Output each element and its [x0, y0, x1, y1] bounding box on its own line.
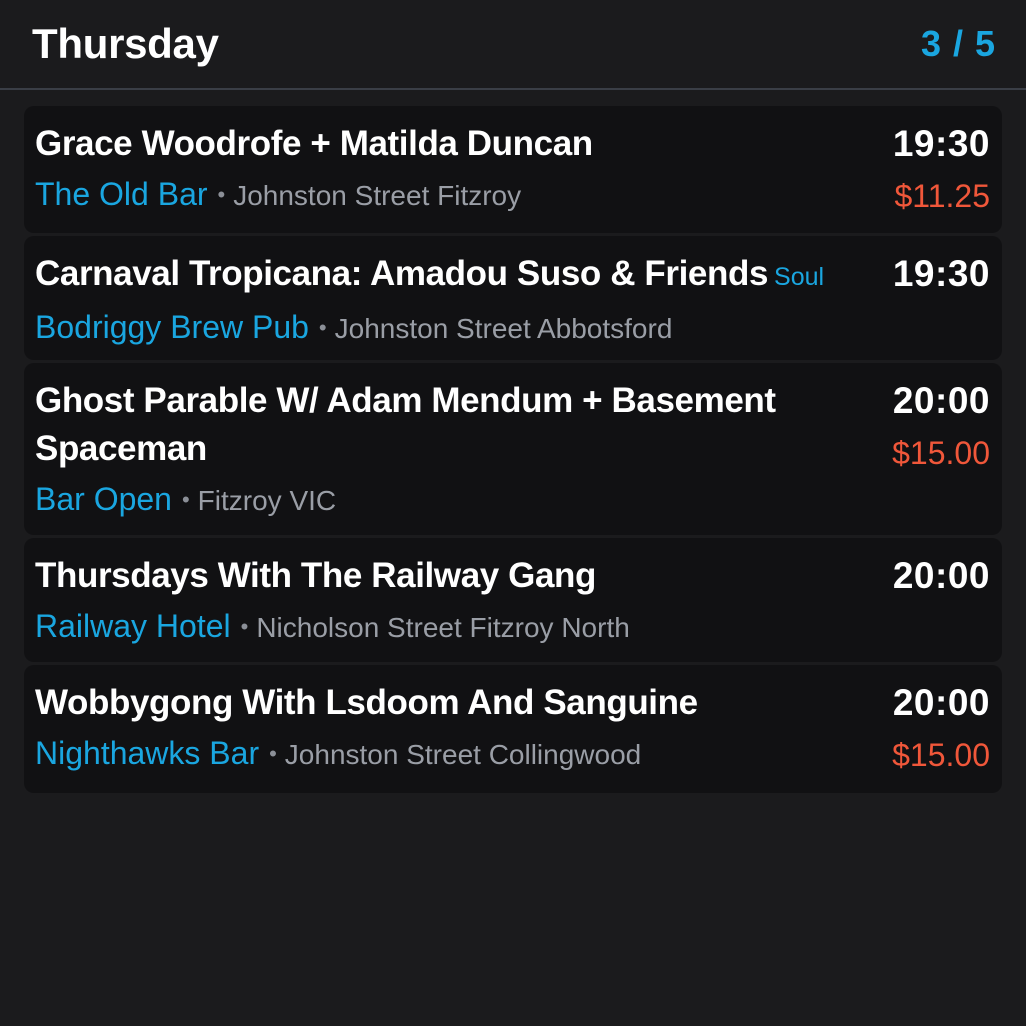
venue-address: Johnston Street Fitzroy: [233, 180, 522, 211]
event-time: 20:00: [892, 682, 990, 723]
genre-tag[interactable]: Soul: [774, 263, 824, 291]
venue-address: Nicholson Street Fitzroy North: [256, 612, 630, 643]
event-time: 19:30: [892, 253, 990, 294]
header: Thursday 3 / 5: [0, 0, 1026, 90]
event-card[interactable]: Ghost Parable W/ Adam Mendum + Basement …: [24, 363, 1002, 535]
page-indicator[interactable]: 3 / 5: [921, 23, 996, 65]
event-card[interactable]: Carnaval Tropicana: Amadou Suso & Friend…: [24, 236, 1002, 360]
separator-dot: •: [318, 315, 327, 340]
venue-link[interactable]: The Old Bar: [35, 176, 208, 212]
event-title: Carnaval Tropicana: Amadou Suso & Friend…: [35, 250, 860, 301]
venue-line: Bodriggy Brew Pub • Johnston Street Abbots…: [35, 305, 860, 356]
event-price: $15.00: [892, 737, 990, 773]
venue-line: Railway Hotel • Nicholson Street Fitzroy N…: [35, 604, 860, 655]
event-title-text: Thursdays With The Railway Gang: [35, 556, 596, 595]
event-title-text: Ghost Parable W/ Adam Mendum + Basement …: [35, 381, 776, 468]
venue-link[interactable]: Nighthawks Bar: [35, 735, 259, 771]
separator-dot: •: [217, 182, 226, 207]
event-card[interactable]: Thursdays With The Railway Gang Railway …: [24, 538, 1002, 662]
venue-line: Nighthawks Bar • Johnston Street Collingwo…: [35, 731, 860, 782]
separator-dot: •: [269, 741, 277, 766]
venue-line: The Old Bar • Johnston Street Fitzroy: [35, 172, 860, 223]
event-time: 20:00: [892, 380, 990, 421]
event-title: Grace Woodrofe + Matilda Duncan: [35, 120, 860, 168]
event-time: 19:30: [892, 123, 990, 164]
event-price: $15.00: [892, 435, 990, 471]
event-title-text: Grace Woodrofe + Matilda Duncan: [35, 124, 593, 163]
event-price: $11.25: [894, 178, 991, 214]
venue-link[interactable]: Railway Hotel: [35, 608, 231, 644]
event-title: Ghost Parable W/ Adam Mendum + Basement …: [35, 377, 840, 473]
event-title-text: Carnaval Tropicana: Amadou Suso & Friend…: [35, 254, 769, 293]
event-card[interactable]: Grace Woodrofe + Matilda Duncan The Old …: [24, 106, 1002, 233]
venue-line: Bar Open • Fitzroy VIC: [35, 477, 840, 528]
venue-address: Johnston Street Abbotsford: [334, 313, 673, 344]
separator-dot: •: [240, 614, 249, 639]
event-title: Thursdays With The Railway Gang: [35, 552, 860, 600]
event-time: 20:00: [892, 555, 990, 596]
venue-link[interactable]: Bodriggy Brew Pub: [35, 309, 309, 345]
event-list: Grace Woodrofe + Matilda Duncan The Old …: [24, 106, 1002, 796]
event-title: Wobbygong With Lsdoom And Sanguine: [35, 679, 860, 727]
venue-link[interactable]: Bar Open: [35, 481, 172, 517]
venue-address: Fitzroy VIC: [197, 485, 337, 516]
separator-dot: •: [181, 487, 190, 512]
venue-address: Johnston Street Collingwood: [284, 739, 642, 770]
page-title: Thursday: [32, 20, 219, 67]
event-title-text: Wobbygong With Lsdoom And Sanguine: [35, 683, 698, 722]
event-card[interactable]: Wobbygong With Lsdoom And Sanguine Night…: [24, 665, 1002, 793]
